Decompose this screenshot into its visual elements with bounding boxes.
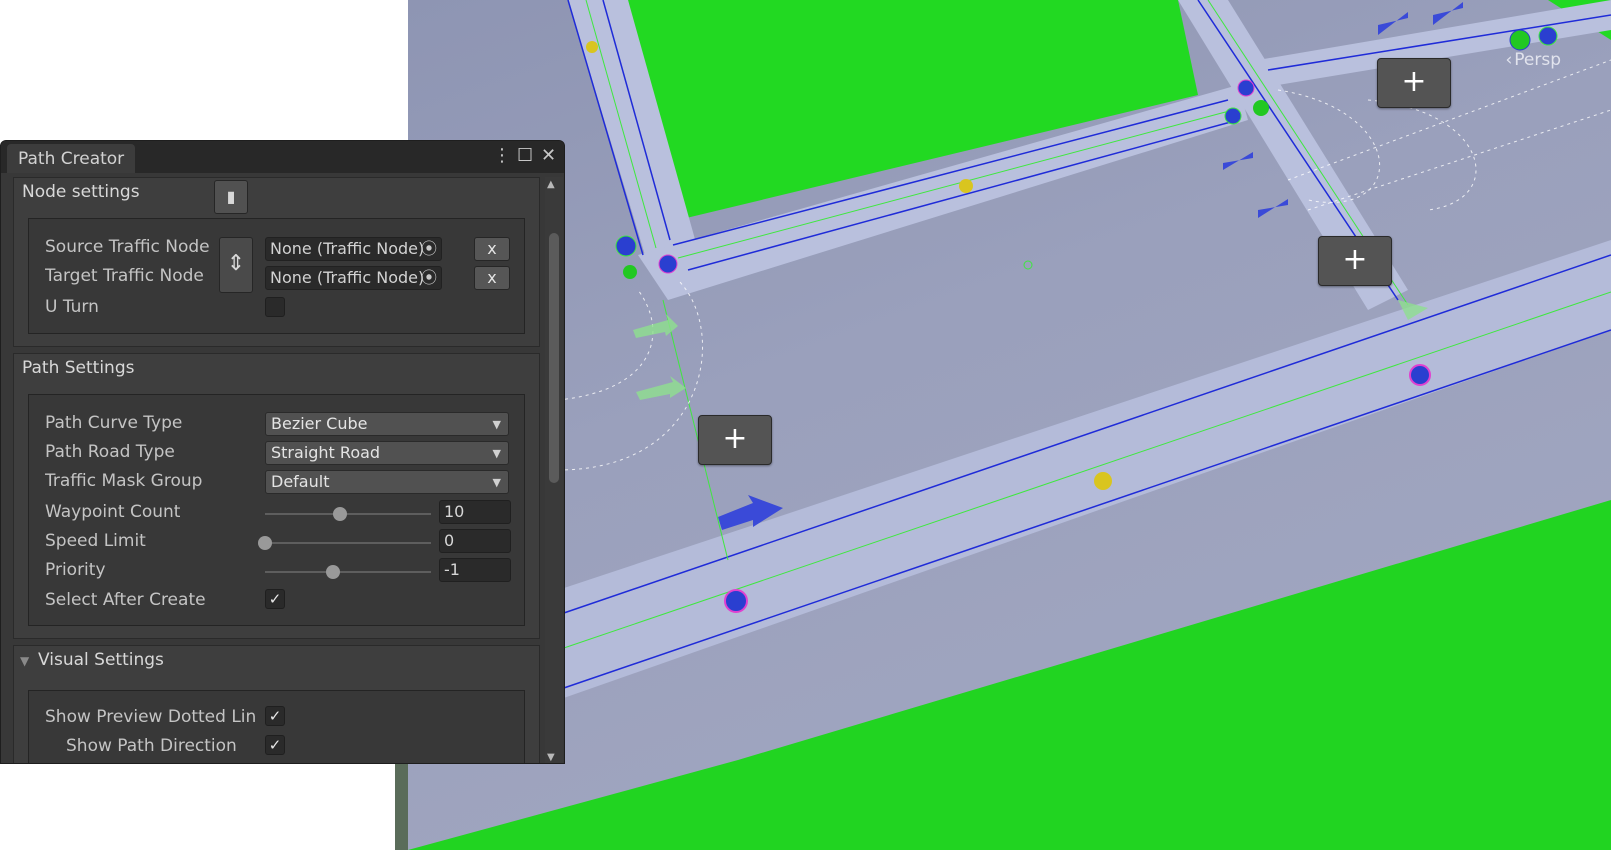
- scroll-down-arrow-icon[interactable]: ▼: [547, 752, 555, 763]
- path-settings-title: Path Settings: [22, 358, 135, 378]
- scroll-up-arrow-icon[interactable]: ▲: [547, 179, 555, 190]
- path-road-type-label: Path Road Type: [45, 442, 175, 462]
- slider-knob[interactable]: [258, 536, 272, 550]
- path-road-type-dropdown[interactable]: Straight Road ▼: [265, 441, 509, 465]
- add-path-button-3[interactable]: +: [1377, 58, 1451, 108]
- chevron-down-icon: ▼: [492, 418, 501, 431]
- show-preview-dotted-line-label: Show Preview Dotted Lin: [45, 707, 257, 727]
- inspector-content: Node settings ▮ Source Traffic Node Targ…: [13, 177, 540, 763]
- scroll-thumb[interactable]: [549, 233, 559, 483]
- path-settings-section: Path Settings Path Curve Type Bezier Cub…: [13, 353, 540, 639]
- waypoint-count-label: Waypoint Count: [45, 502, 181, 522]
- path-curve-type-value: Bezier Cube: [271, 414, 368, 433]
- u-turn-label: U Turn: [45, 297, 99, 317]
- slider-knob[interactable]: [332, 507, 347, 521]
- node-settings-box: Source Traffic Node Target Traffic Node …: [28, 218, 525, 334]
- slider-knob[interactable]: [326, 565, 341, 579]
- object-picker-icon[interactable]: ⦿: [421, 267, 437, 289]
- maximize-icon[interactable]: ☐: [517, 145, 533, 167]
- target-traffic-node-field[interactable]: None (Traffic Node) ⦿: [265, 266, 442, 290]
- visual-settings-box: Show Preview Dotted Lin ✓ Show Path Dire…: [28, 690, 525, 763]
- node-settings-title: Node settings: [22, 182, 140, 202]
- path-curve-type-dropdown[interactable]: Bezier Cube ▼: [265, 412, 509, 436]
- add-path-button-2[interactable]: +: [1318, 236, 1392, 286]
- kebab-menu-icon[interactable]: ⋮: [493, 145, 511, 167]
- select-after-create-label: Select After Create: [45, 590, 206, 610]
- book-icon[interactable]: ▮: [214, 180, 248, 214]
- show-path-direction-checkbox[interactable]: ✓: [265, 735, 285, 755]
- scene-view[interactable]: ‹ Persp + + +: [408, 0, 1611, 850]
- visual-settings-section: ▼ Visual Settings Show Preview Dotted Li…: [13, 645, 540, 763]
- source-traffic-node-field[interactable]: None (Traffic Node) ⦿: [265, 237, 442, 261]
- traffic-mask-group-label: Traffic Mask Group: [45, 471, 203, 491]
- clear-target-button[interactable]: x: [474, 266, 510, 290]
- traffic-mask-group-value: Default: [271, 472, 330, 491]
- foldout-triangle-icon[interactable]: ▼: [20, 654, 29, 668]
- traffic-mask-group-dropdown[interactable]: Default ▼: [265, 470, 509, 494]
- object-picker-icon[interactable]: ⦿: [421, 238, 437, 260]
- priority-field[interactable]: -1: [439, 558, 511, 582]
- target-traffic-node-label: Target Traffic Node: [45, 266, 204, 286]
- u-turn-checkbox[interactable]: [265, 297, 285, 317]
- speed-limit-label: Speed Limit: [45, 531, 146, 551]
- target-traffic-node-value: None (Traffic Node): [270, 268, 425, 287]
- persp-text: Persp: [1514, 50, 1561, 70]
- visual-settings-title[interactable]: Visual Settings: [38, 650, 164, 670]
- speed-limit-field[interactable]: 0: [439, 529, 511, 553]
- chevron-down-icon: ▼: [492, 447, 501, 460]
- clear-source-button[interactable]: x: [474, 237, 510, 261]
- add-path-button-1[interactable]: +: [698, 415, 772, 465]
- speed-limit-slider[interactable]: [258, 536, 431, 550]
- path-road-type-value: Straight Road: [271, 443, 381, 462]
- close-icon[interactable]: ✕: [541, 145, 556, 167]
- priority-slider[interactable]: [265, 565, 431, 579]
- path-curve-type-label: Path Curve Type: [45, 413, 183, 433]
- waypoint-count-slider[interactable]: [265, 507, 431, 521]
- node-settings-section: Node settings ▮ Source Traffic Node Targ…: [13, 177, 540, 347]
- scene-drawing: [408, 0, 1611, 850]
- show-preview-dotted-line-checkbox[interactable]: ✓: [265, 706, 285, 726]
- vertical-scrollbar[interactable]: ▲ ▼: [545, 177, 563, 763]
- swap-vertical-icon[interactable]: ⇕: [219, 237, 253, 293]
- tab-path-creator[interactable]: Path Creator: [7, 144, 136, 173]
- scene-persp-label[interactable]: ‹ Persp: [1505, 50, 1561, 70]
- window-titlebar: Path Creator ⋮ ☐ ✕: [1, 141, 564, 173]
- waypoint-count-field[interactable]: 10: [439, 500, 511, 524]
- path-settings-box: Path Curve Type Bezier Cube ▼ Path Road …: [28, 394, 525, 626]
- show-path-direction-label: Show Path Direction: [66, 736, 237, 756]
- source-traffic-node-value: None (Traffic Node): [270, 239, 425, 258]
- chevron-left-icon: ‹: [1505, 50, 1513, 70]
- priority-label: Priority: [45, 560, 106, 580]
- source-traffic-node-label: Source Traffic Node: [45, 237, 210, 257]
- path-creator-window: Path Creator ⋮ ☐ ✕ Node settings ▮ Sourc…: [0, 140, 565, 764]
- chevron-down-icon: ▼: [492, 476, 501, 489]
- select-after-create-checkbox[interactable]: ✓: [265, 589, 285, 609]
